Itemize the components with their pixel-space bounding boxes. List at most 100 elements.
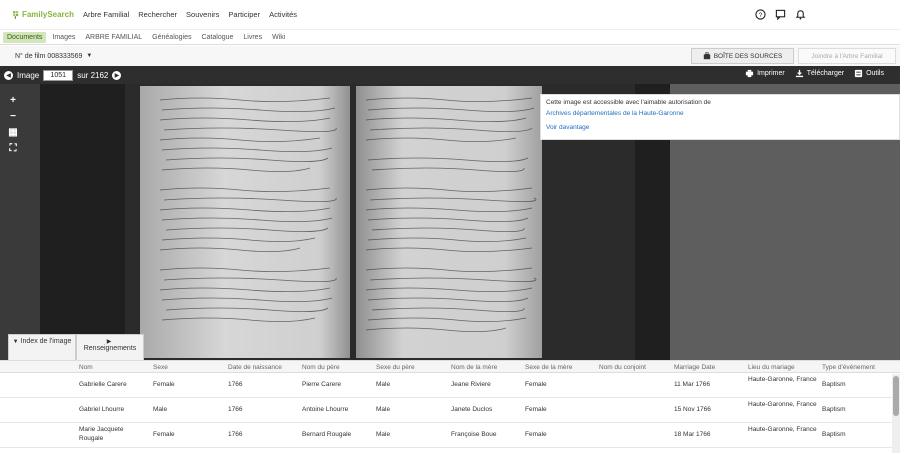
briefcase-icon (703, 52, 710, 60)
cell-mere: Jeane Riviere (451, 381, 491, 388)
tools-button[interactable]: Outils (854, 69, 884, 78)
tree-logo-icon (13, 10, 19, 19)
chevron-down-icon[interactable]: ▼ (86, 53, 92, 59)
table-row[interactable]: Gabrielle Carere Female 1766 Pierre Care… (0, 373, 900, 398)
cell-date: 1766 (228, 406, 243, 413)
nav-activites[interactable]: Activités (269, 10, 297, 19)
print-label: Imprimer (757, 70, 785, 77)
next-image-icon[interactable]: ▶ (112, 70, 122, 80)
records-table: Nom Sexe Date de naissance Nom du père S… (0, 360, 900, 453)
handwriting-texture (365, 97, 537, 332)
cell-mere: Françoise Boue (451, 431, 497, 438)
source-box-button[interactable]: BOÎTE DES SOURCES (691, 48, 794, 64)
col-nom-pere[interactable]: Nom du père (302, 364, 372, 371)
col-nom[interactable]: Nom (79, 364, 149, 371)
image-number-input[interactable]: 1051 (43, 69, 74, 81)
cell-marriage-date: 15 Nov 1766 (674, 406, 711, 413)
col-sexe[interactable]: Sexe (153, 364, 223, 371)
archives-link[interactable]: Archives départementales de la Haute-Gar… (546, 110, 894, 117)
table-row[interactable]: Marie Jacquete Rougale Female 1766 Berna… (0, 423, 900, 448)
tab-information[interactable]: ▶ Renseignements (76, 334, 144, 360)
cell-nom: Gabrielle Carere (79, 381, 127, 388)
document-page-right (356, 86, 542, 358)
cell-sexe-mere: Female (525, 381, 547, 388)
nav-arbre-familial[interactable]: Arbre Familial (83, 10, 129, 19)
cell-sexe: Male (153, 406, 168, 413)
nav-rechercher[interactable]: Rechercher (138, 10, 177, 19)
see-more-link[interactable]: Voir davantage (546, 124, 894, 131)
cell-marriage-date: 18 Mar 1766 (674, 431, 711, 438)
handwriting-texture (159, 97, 337, 322)
cell-date: 1766 (228, 431, 243, 438)
download-icon (795, 69, 803, 78)
message-icon[interactable] (775, 9, 786, 20)
col-sexe-mere[interactable]: Sexe de la mère (525, 364, 595, 371)
image-toolbar: ◀ Image 1051 sur 2162 ▶ Imprimer Télécha… (0, 66, 900, 84)
caret-down-icon: ▼ (12, 339, 19, 345)
document-page-left (140, 86, 352, 358)
table-scroll-thumb[interactable] (893, 376, 899, 416)
help-icon[interactable]: ? (755, 9, 766, 20)
cell-nom: Marie Jacquete Rougale (79, 426, 124, 442)
cell-sexe-mere: Female (525, 406, 547, 413)
cell-sexe-pere: Male (376, 406, 391, 413)
cell-lieu: Haute-Garonne, France (748, 376, 817, 383)
sub-navigation: Documents Images ARBRE FAMILIAL Généalog… (0, 30, 900, 45)
nav-participer[interactable]: Participer (228, 10, 260, 19)
gallery-icon[interactable]: ▦ (5, 126, 21, 138)
cell-type: Baptism (822, 406, 846, 413)
bell-icon[interactable] (795, 9, 806, 20)
fullscreen-icon[interactable]: ⛶ (5, 142, 21, 154)
cell-mere: Janete Duclos (451, 406, 493, 413)
caret-right-icon: ▶ (106, 339, 112, 345)
cell-sexe-pere: Male (376, 431, 391, 438)
subnav-catalogue[interactable]: Catalogue (197, 32, 237, 43)
subnav-genealogies[interactable]: Généalogies (148, 32, 195, 43)
tab-image-index[interactable]: ▼ Index de l'image (8, 334, 76, 360)
table-row[interactable]: Gabriel Lhourre Male 1766 Antoine Lhourr… (0, 398, 900, 423)
print-button[interactable]: Imprimer (745, 69, 785, 78)
cell-lieu: Haute-Garonne, France (748, 426, 817, 433)
subnav-arbre-familial[interactable]: ARBRE FAMILIAL (81, 32, 146, 43)
cell-lieu: Haute-Garonne, France (748, 401, 817, 408)
subnav-wiki[interactable]: Wiki (268, 32, 289, 43)
cell-sexe: Female (153, 381, 175, 388)
cell-nom: Gabriel Lhourre (79, 406, 125, 413)
image-label: Image (17, 70, 40, 80)
col-date-naissance[interactable]: Date de naissance (228, 364, 298, 371)
source-box-label: BOÎTE DES SOURCES (713, 52, 783, 60)
subnav-livres[interactable]: Livres (239, 32, 266, 43)
cell-pere: Pierre Carere (302, 381, 342, 388)
join-tree-button[interactable]: Joindre à l'Arbre Familial (798, 48, 896, 64)
cell-pere: Bernard Rougale (302, 431, 352, 438)
zoom-in-icon[interactable]: + (5, 94, 21, 106)
image-total: sur 2162 (77, 70, 109, 80)
join-tree-label: Joindre à l'Arbre Familial (811, 52, 883, 60)
col-sexe-pere[interactable]: Sexe du père (376, 364, 446, 371)
cell-date: 1766 (228, 381, 243, 388)
nav-souvenirs[interactable]: Souvenirs (186, 10, 219, 19)
cell-sexe-pere: Male (376, 381, 391, 388)
viewer-zoom-tools: + − ▦ ⛶ (5, 94, 21, 154)
zoom-out-icon[interactable]: − (5, 110, 21, 122)
subnav-images[interactable]: Images (48, 32, 79, 43)
table-header: Nom Sexe Date de naissance Nom du père S… (0, 360, 900, 373)
col-nom-mere[interactable]: Nom de la mère (451, 364, 521, 371)
subnav-documents[interactable]: Documents (3, 31, 47, 43)
image-viewer[interactable]: + − ▦ ⛶ Cette image est accessible avec … (0, 84, 900, 360)
familysearch-logo[interactable]: FamilySearch (12, 6, 74, 24)
col-marriage-date[interactable]: Marriage Date (674, 364, 744, 371)
svg-text:?: ? (759, 12, 763, 19)
previous-image-icon[interactable]: ◀ (4, 70, 13, 80)
col-nom-conjoint[interactable]: Nom du conjoint (599, 364, 669, 371)
top-icons: ? (755, 9, 806, 20)
film-number[interactable]: N° de film 008333569 (15, 53, 82, 60)
col-type-evenement[interactable]: Type d'événement (822, 364, 892, 371)
download-button[interactable]: Télécharger (795, 69, 844, 78)
attribution-popup: Cette image est accessible avec l'aimabl… (540, 94, 900, 140)
print-icon (746, 69, 754, 78)
tools-label: Outils (866, 70, 884, 77)
top-navigation-bar: FamilySearch Arbre Familial Rechercher S… (0, 0, 900, 30)
main-nav: Arbre Familial Rechercher Souvenirs Part… (83, 10, 306, 19)
col-lieu-mariage[interactable]: Lieu du mariage (748, 364, 818, 371)
